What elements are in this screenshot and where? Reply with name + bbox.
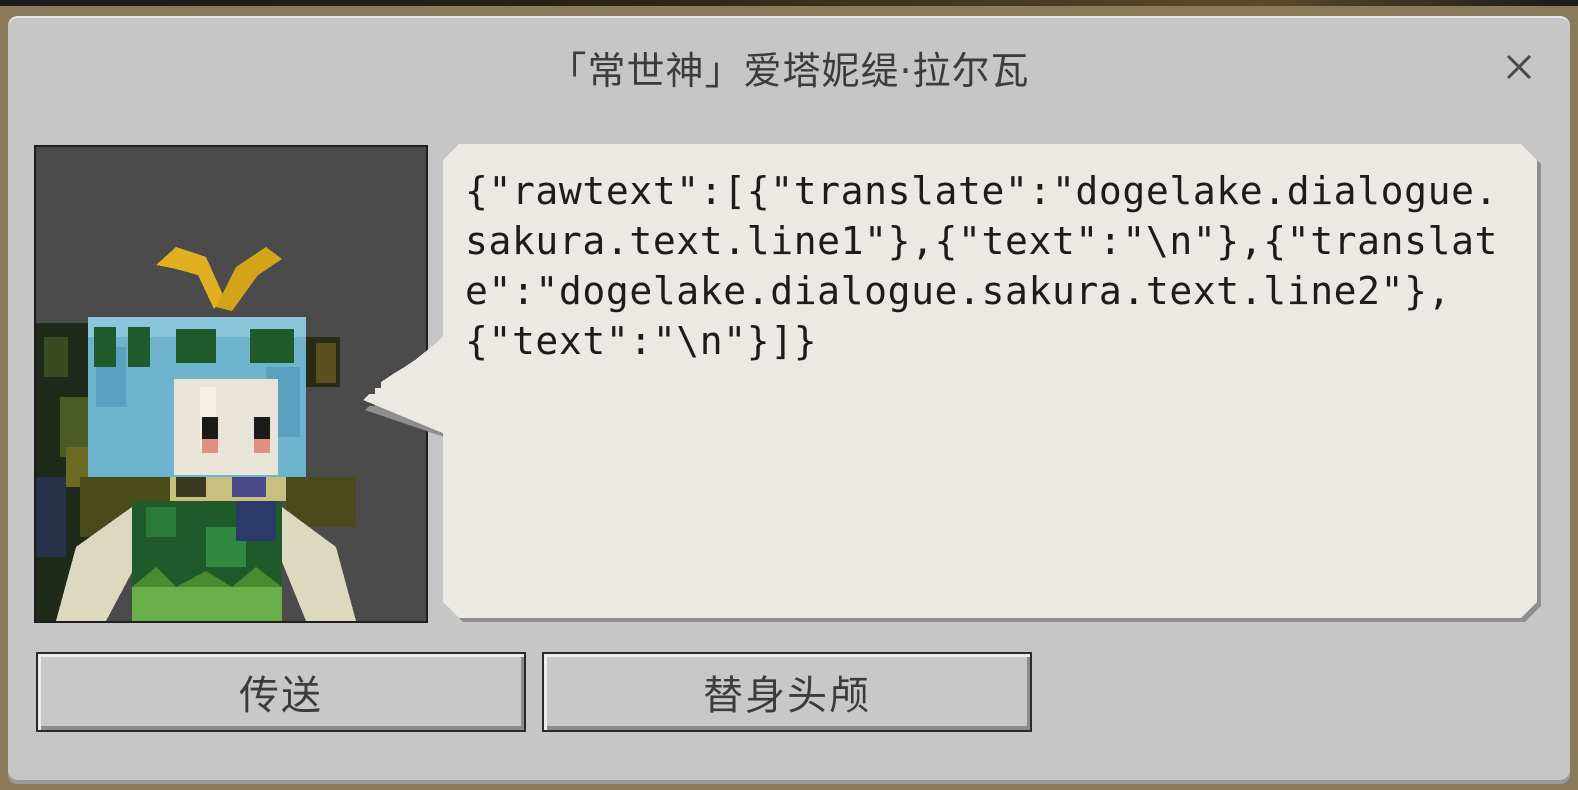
- close-icon[interactable]: [1498, 44, 1538, 84]
- substitute-head-button-label: 替身头颅: [703, 673, 871, 719]
- teleport-button[interactable]: 传送: [36, 652, 526, 732]
- speech-bubble-body: {"rawtext":[{"translate":"dogelake.dialo…: [443, 144, 1537, 618]
- speech-bubble-tail: [363, 334, 447, 438]
- dialog-message: {"rawtext":[{"translate":"dogelake.dialo…: [465, 169, 1499, 363]
- substitute-head-button[interactable]: 替身头颅: [542, 652, 1032, 732]
- background-strip: [0, 0, 1578, 6]
- npc-dialog: 「常世神」爱塔妮缇·拉尔瓦 {"rawtext":[{"translate":"…: [8, 16, 1570, 784]
- dialog-title: 「常世神」爱塔妮缇·拉尔瓦: [548, 49, 1030, 93]
- speech-bubble: {"rawtext":[{"translate":"dogelake.dialo…: [363, 144, 1543, 624]
- teleport-button-label: 传送: [239, 673, 323, 719]
